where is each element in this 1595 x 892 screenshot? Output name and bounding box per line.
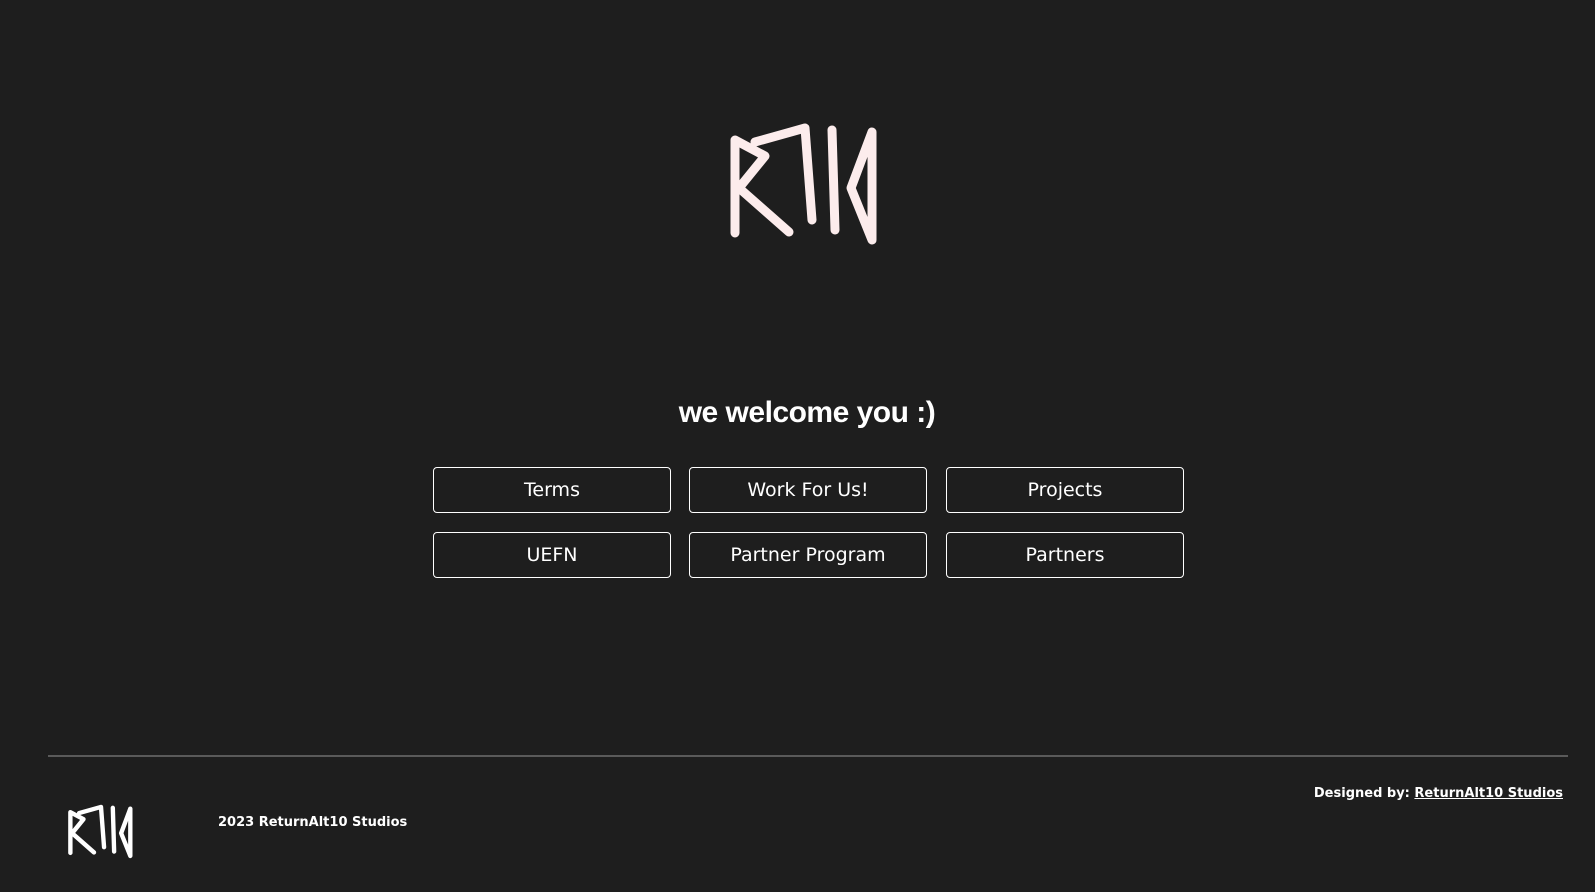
designed-by-link[interactable]: ReturnAlt10 Studios — [1414, 786, 1563, 801]
welcome-heading: we welcome you :) — [678, 396, 936, 429]
footer-divider — [48, 755, 1568, 757]
partners-button[interactable]: Partners — [946, 532, 1184, 578]
designed-by: Designed by: ReturnAlt10 Studios — [1314, 786, 1563, 801]
designed-by-label: Designed by: — [1313, 786, 1410, 801]
partner-program-button[interactable]: Partner Program — [689, 532, 927, 578]
projects-button[interactable]: Projects — [946, 467, 1184, 513]
copyright-text: 2023 ReturnAlt10 Studios — [218, 815, 408, 830]
rat-monogram-logo-icon — [730, 123, 877, 245]
uefn-button[interactable]: UEFN — [433, 532, 671, 578]
page: we welcome you :) Terms Work For Us! Pro… — [0, 0, 1595, 892]
work-for-us-button[interactable]: Work For Us! — [689, 467, 927, 513]
terms-button[interactable]: Terms — [433, 467, 671, 513]
footer-rat-monogram-logo-icon — [68, 804, 133, 859]
